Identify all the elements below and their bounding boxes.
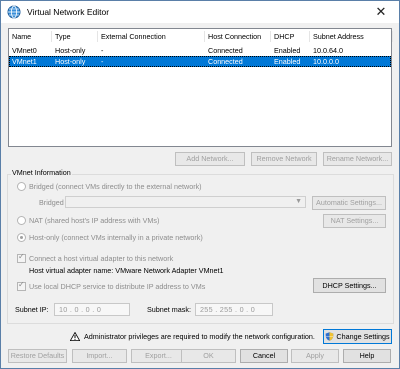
apply-button[interactable]: Apply [291, 349, 339, 363]
adapter-name-text: Host virtual adapter name: VMware Networ… [29, 266, 224, 275]
cell-subnet-address: 10.0.64.0 [313, 46, 343, 55]
subnet-mask-field[interactable]: 255 . 255 . 0 . 0 [195, 303, 273, 316]
cell-name: VMnet0 [12, 46, 37, 55]
remove-network-button[interactable]: Remove Network [251, 152, 317, 166]
column-header-host-connection[interactable]: Host Connection [205, 31, 271, 42]
bridged-radio[interactable] [17, 182, 26, 191]
help-button[interactable]: Help [343, 349, 391, 363]
add-network-button[interactable]: Add Network... [175, 152, 245, 166]
cell-dhcp: Enabled [274, 57, 301, 66]
connect-adapter-checkbox[interactable] [17, 252, 26, 263]
window-title: Virtual Network Editor [27, 7, 110, 17]
import-button[interactable]: Import... [72, 349, 127, 363]
column-header-type[interactable]: Type [52, 31, 98, 42]
connect-adapter-label: Connect a host virtual adapter to this n… [29, 254, 174, 263]
network-list[interactable]: Name Type External Connection Host Conne… [8, 28, 393, 147]
host-only-label: Host-only (connect VMs internally in a p… [29, 233, 203, 242]
column-header-dhcp[interactable]: DHCP [271, 31, 310, 42]
subnet-ip-field[interactable]: 10 . 0 . 0 . 0 [54, 303, 130, 316]
cell-external-connection: - [101, 46, 104, 55]
use-dhcp-label: Use local DHCP service to distribute IP … [29, 282, 206, 291]
cell-type: Host-only [55, 46, 86, 55]
cell-type: Host-only [55, 57, 86, 66]
use-dhcp-checkbox[interactable] [17, 280, 26, 291]
change-settings-button[interactable]: Change Settings [323, 329, 392, 344]
column-header-name[interactable]: Name [9, 31, 52, 42]
cell-name: VMnet1 [12, 57, 37, 66]
change-settings-label: Change Settings [336, 331, 390, 341]
close-icon[interactable]: ✕ [373, 4, 389, 20]
shield-icon [326, 332, 334, 341]
column-header-external-connection[interactable]: External Connection [98, 31, 205, 42]
export-button[interactable]: Export... [131, 349, 186, 363]
host-only-radio[interactable] [17, 233, 26, 242]
cell-host-connection: Connected [208, 57, 243, 66]
automatic-settings-button[interactable]: Automatic Settings... [312, 196, 386, 210]
ok-button[interactable]: OK [181, 349, 236, 363]
title-bar: Virtual Network Editor ✕ [1, 1, 399, 23]
cell-dhcp: Enabled [274, 46, 301, 55]
nat-settings-button[interactable]: NAT Settings... [323, 214, 386, 228]
bridged-label: Bridged (connect VMs directly to the ext… [29, 182, 202, 191]
admin-privileges-message: Administrator privileges are required to… [84, 332, 315, 341]
table-row[interactable]: VMnet0 Host-only - Connected Enabled 10.… [9, 45, 391, 56]
column-header-subnet-address[interactable]: Subnet Address [310, 31, 393, 42]
table-row-selected[interactable]: VMnet1 Host-only - Connected Enabled 10.… [9, 56, 391, 67]
cell-subnet-address: 10.0.0.0 [313, 57, 339, 66]
subnet-mask-label: Subnet mask: [147, 305, 191, 314]
restore-defaults-button[interactable]: Restore Defaults [8, 349, 67, 363]
cell-host-connection: Connected [208, 46, 243, 55]
list-header: Name Type External Connection Host Conne… [9, 31, 393, 42]
nat-label: NAT (shared host's IP address with VMs) [29, 216, 160, 225]
network-globe-icon [7, 5, 21, 19]
warning-icon [70, 332, 80, 341]
rename-network-button[interactable]: Rename Network... [323, 152, 392, 166]
cancel-button[interactable]: Cancel [240, 349, 288, 363]
dhcp-settings-button[interactable]: DHCP Settings... [313, 278, 386, 293]
cell-external-connection: - [101, 57, 104, 66]
virtual-network-editor-window: Virtual Network Editor ✕ Name Type Exter… [0, 0, 400, 369]
vmnet-information-legend: VMnet Information [11, 168, 72, 177]
chevron-down-icon: ▼ [295, 198, 302, 205]
subnet-ip-label: Subnet IP: [15, 305, 49, 314]
bridged-to-select[interactable]: ▼ [65, 196, 306, 208]
nat-radio[interactable] [17, 216, 26, 225]
